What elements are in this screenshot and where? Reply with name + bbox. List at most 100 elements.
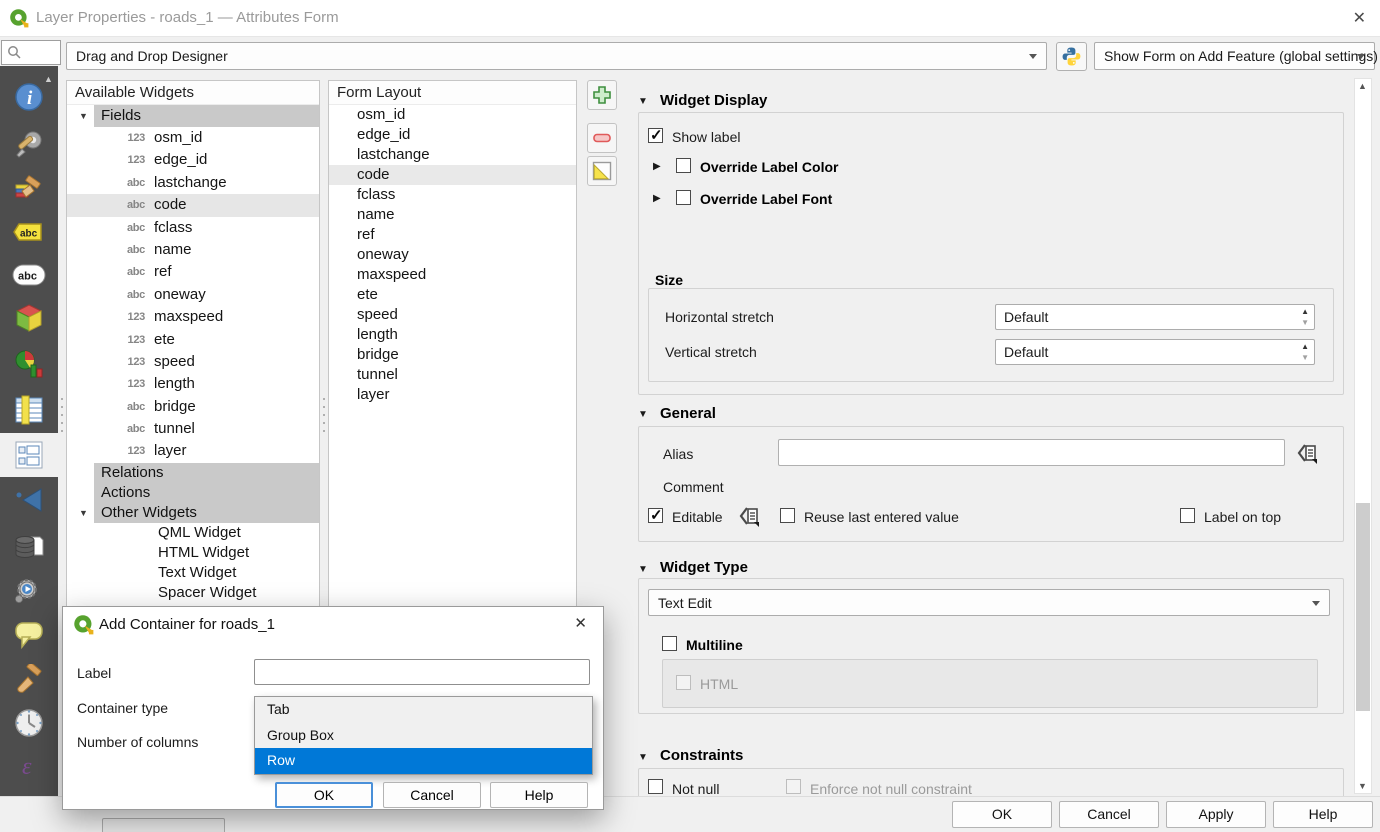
- form-layout-item[interactable]: length: [329, 325, 576, 345]
- spin-up-icon[interactable]: ▲: [1301, 342, 1309, 351]
- sidebar-tab-variables[interactable]: ε: [0, 744, 58, 788]
- other-widget-row[interactable]: Text Widget: [67, 563, 319, 583]
- invert-selection-button[interactable]: [587, 156, 617, 186]
- sidebar-tab-masks[interactable]: abc: [0, 253, 58, 297]
- sidebar-tab-actions[interactable]: [0, 569, 58, 613]
- tree-group-other-widgets[interactable]: Other Widgets: [94, 503, 319, 523]
- available-field-row[interactable]: abc oneway: [67, 284, 319, 306]
- override-label-color-checkbox[interactable]: [676, 158, 691, 173]
- container-label-input[interactable]: [254, 659, 590, 685]
- available-field-row[interactable]: 123 layer: [67, 440, 319, 462]
- vertical-stretch-spinner[interactable]: Default ▲ ▼: [995, 339, 1315, 365]
- sidebar-tab-3d-view[interactable]: [0, 296, 58, 340]
- widget-type-select[interactable]: Text Edit: [648, 589, 1330, 616]
- python-console-button[interactable]: [1056, 42, 1087, 71]
- modal-cancel-button[interactable]: Cancel: [383, 782, 481, 808]
- sidebar-tab-fields[interactable]: [0, 388, 58, 432]
- remove-item-button[interactable]: [587, 123, 617, 153]
- other-widget-row[interactable]: QML Widget: [67, 523, 319, 543]
- alias-input[interactable]: [778, 439, 1285, 466]
- container-type-option[interactable]: Group Box: [255, 723, 592, 749]
- form-layout-item[interactable]: speed: [329, 305, 576, 325]
- cancel-button[interactable]: Cancel: [1059, 801, 1159, 828]
- available-field-row[interactable]: 123 edge_id: [67, 149, 319, 171]
- enforce-not-null-checkbox[interactable]: [786, 779, 801, 794]
- available-field-row[interactable]: abc name: [67, 239, 319, 261]
- form-layout-item[interactable]: osm_id: [329, 105, 576, 125]
- spin-up-icon[interactable]: ▲: [1301, 307, 1309, 316]
- available-field-row[interactable]: abc tunnel: [67, 418, 319, 440]
- form-layout-item[interactable]: bridge: [329, 345, 576, 365]
- close-icon[interactable]: ✕: [1353, 8, 1366, 28]
- help-button[interactable]: Help: [1273, 801, 1373, 828]
- alias-data-defined-override-button[interactable]: [1292, 440, 1322, 466]
- tree-group-actions[interactable]: Actions: [94, 483, 319, 503]
- form-layout-item[interactable]: fclass: [329, 185, 576, 205]
- form-layout-item[interactable]: ete: [329, 285, 576, 305]
- available-field-row[interactable]: 123 maxspeed: [67, 306, 319, 328]
- splitter-handle[interactable]: [322, 398, 326, 432]
- form-layout-item[interactable]: name: [329, 205, 576, 225]
- sidebar-tab-information[interactable]: i: [0, 75, 58, 119]
- available-field-row[interactable]: abc bridge: [67, 396, 319, 418]
- sidebar-tab-auxiliary-storage[interactable]: [0, 524, 58, 568]
- multiline-checkbox[interactable]: [662, 636, 677, 651]
- scroll-down-icon[interactable]: ▼: [1358, 781, 1367, 791]
- search-input[interactable]: [1, 40, 61, 65]
- scroll-up-icon[interactable]: ▲: [1358, 81, 1367, 91]
- sidebar-tab-symbology[interactable]: [0, 166, 58, 210]
- other-widget-row[interactable]: Spacer Widget: [67, 583, 319, 603]
- horizontal-stretch-spinner[interactable]: Default ▲ ▼: [995, 304, 1315, 330]
- style-menu-button-partial[interactable]: [102, 818, 225, 832]
- available-field-row[interactable]: 123 speed: [67, 351, 319, 373]
- sidebar-tab-rendering[interactable]: [0, 657, 58, 701]
- not-null-checkbox[interactable]: [648, 779, 663, 794]
- html-checkbox[interactable]: [676, 675, 691, 690]
- modal-help-button[interactable]: Help: [490, 782, 588, 808]
- expand-arrow-icon[interactable]: ▶: [653, 193, 661, 204]
- sidebar-tab-attributes-form[interactable]: [0, 433, 58, 477]
- scrollbar-thumb[interactable]: [1356, 503, 1370, 711]
- available-field-row[interactable]: 123 osm_id: [67, 127, 319, 149]
- editable-data-defined-override-button[interactable]: [734, 503, 764, 529]
- modal-ok-button[interactable]: OK: [275, 782, 373, 808]
- collapse-arrow-icon[interactable]: ▼: [79, 111, 88, 121]
- properties-scrollbar[interactable]: ▲ ▼: [1354, 78, 1372, 794]
- reuse-last-value-checkbox[interactable]: [780, 508, 795, 523]
- designer-mode-select[interactable]: Drag and Drop Designer: [66, 42, 1047, 70]
- close-icon[interactable]: ✕: [574, 614, 587, 632]
- ok-button[interactable]: OK: [952, 801, 1052, 828]
- form-layout-item[interactable]: tunnel: [329, 365, 576, 385]
- collapse-arrow-icon[interactable]: ▼: [638, 96, 648, 107]
- sidebar-tab-temporal[interactable]: [0, 701, 58, 745]
- splitter-handle[interactable]: [60, 398, 64, 432]
- container-type-option[interactable]: Row: [255, 748, 592, 774]
- available-field-row[interactable]: abc lastchange: [67, 172, 319, 194]
- collapse-arrow-icon[interactable]: ▼: [638, 564, 648, 575]
- available-field-row[interactable]: abc code: [67, 194, 319, 216]
- add-container-button[interactable]: [587, 80, 617, 110]
- label-on-top-checkbox[interactable]: [1180, 508, 1195, 523]
- form-layout-item[interactable]: maxspeed: [329, 265, 576, 285]
- collapse-arrow-icon[interactable]: ▼: [638, 752, 648, 763]
- form-layout-item[interactable]: ref: [329, 225, 576, 245]
- sidebar-tab-source[interactable]: [0, 121, 58, 165]
- available-field-row[interactable]: 123 ete: [67, 329, 319, 351]
- available-field-row[interactable]: 123 length: [67, 373, 319, 395]
- collapse-arrow-icon[interactable]: ▼: [638, 409, 648, 420]
- form-layout-item[interactable]: code: [329, 165, 576, 185]
- editable-checkbox[interactable]: [648, 508, 663, 523]
- tree-group-fields[interactable]: Fields: [94, 105, 319, 127]
- apply-button[interactable]: Apply: [1166, 801, 1266, 828]
- sidebar-tab-joins[interactable]: [0, 478, 58, 522]
- other-widget-row[interactable]: HTML Widget: [67, 543, 319, 563]
- spin-down-icon[interactable]: ▼: [1301, 353, 1309, 362]
- form-layout-item[interactable]: layer: [329, 385, 576, 405]
- form-layout-item[interactable]: lastchange: [329, 145, 576, 165]
- form-layout-item[interactable]: edge_id: [329, 125, 576, 145]
- spin-down-icon[interactable]: ▼: [1301, 318, 1309, 327]
- sidebar-tab-display[interactable]: [0, 613, 58, 657]
- form-layout-item[interactable]: oneway: [329, 245, 576, 265]
- sidebar-tab-labels[interactable]: abc: [0, 210, 58, 254]
- show-label-checkbox[interactable]: [648, 128, 663, 143]
